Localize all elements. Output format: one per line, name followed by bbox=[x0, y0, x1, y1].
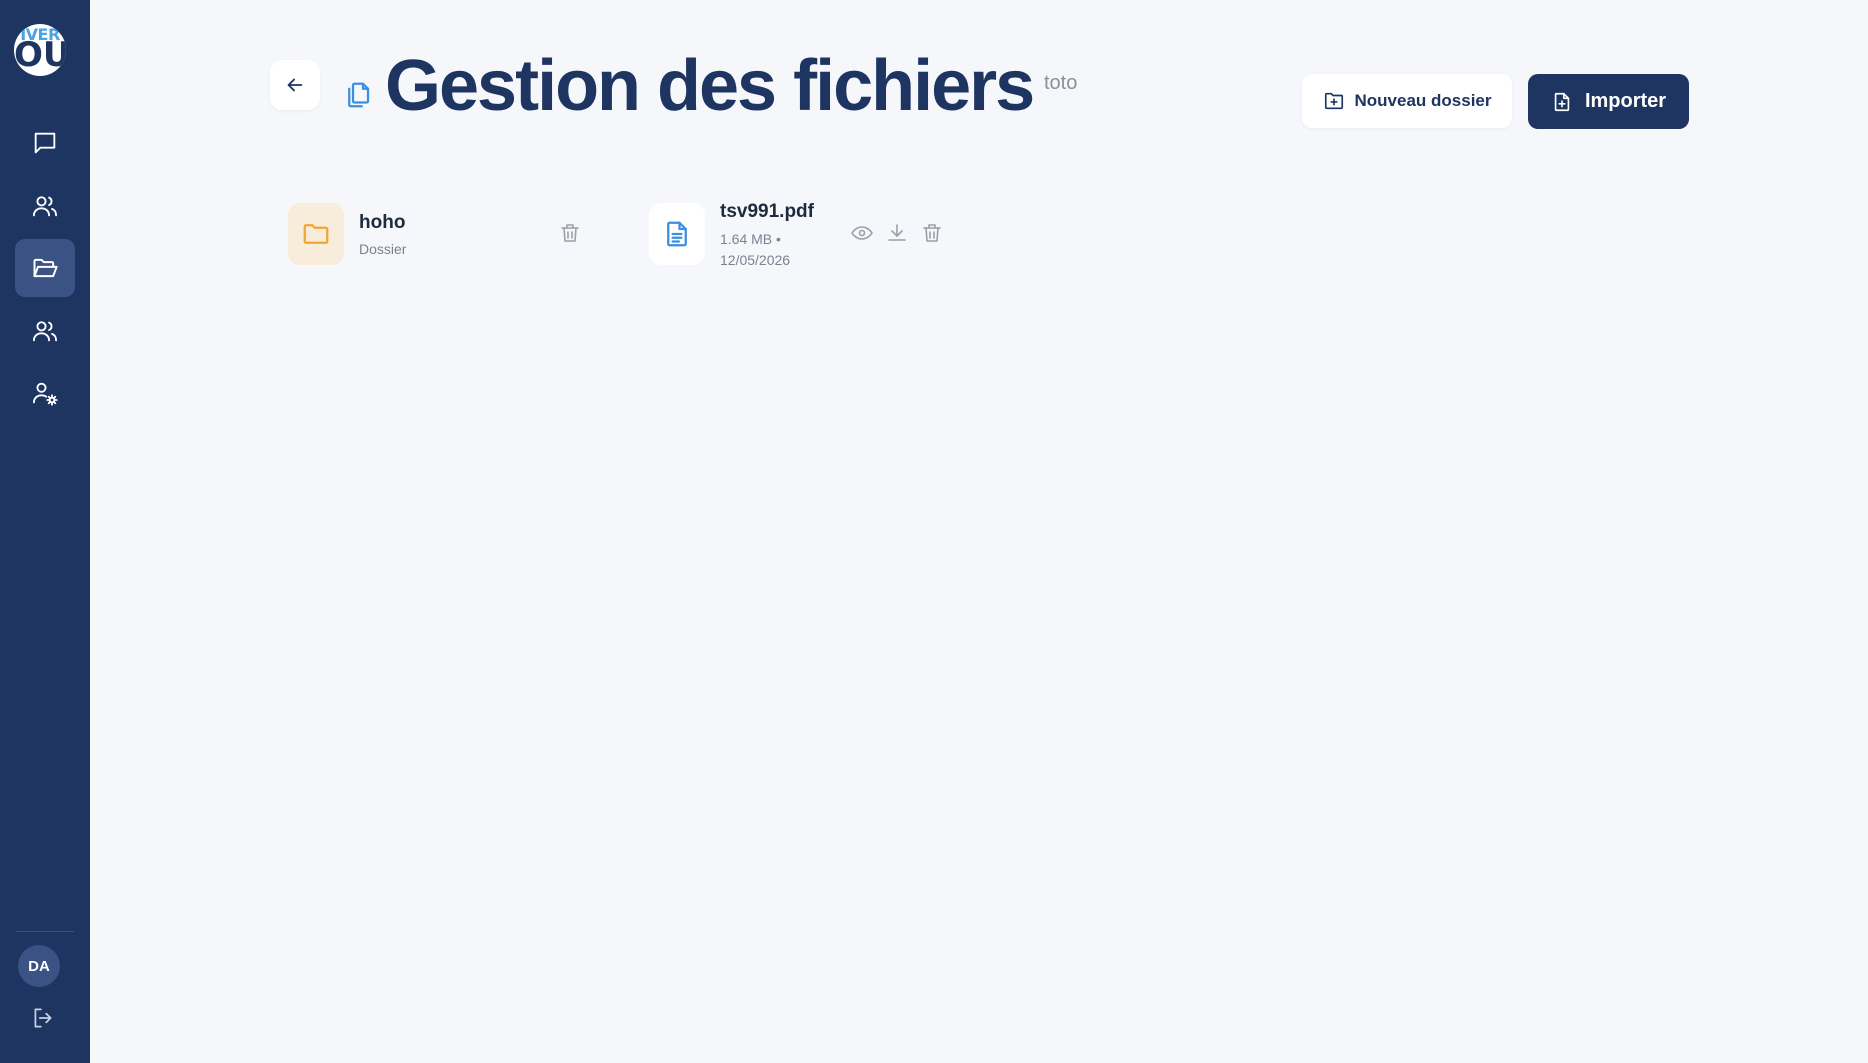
folder-plus-icon bbox=[1324, 92, 1343, 110]
file-size: 1.64 MB • bbox=[720, 231, 781, 247]
user-settings-icon bbox=[32, 382, 58, 406]
eye-icon[interactable] bbox=[850, 221, 874, 245]
folder-open-icon bbox=[33, 258, 58, 278]
file-plus-icon bbox=[1554, 92, 1570, 111]
files-icon bbox=[348, 82, 370, 108]
back-button[interactable] bbox=[270, 60, 320, 110]
sidebar: IVER OU DA bbox=[0, 0, 90, 1063]
sidebar-divider bbox=[16, 931, 74, 932]
app-logo[interactable]: IVER OU bbox=[14, 24, 66, 76]
sidebar-item-groups[interactable] bbox=[15, 302, 75, 360]
page-title: Gestion des fichiers bbox=[385, 46, 1035, 126]
chat-icon bbox=[34, 132, 56, 154]
file-text-icon bbox=[667, 221, 687, 247]
new-folder-label: Nouveau dossier bbox=[1354, 91, 1492, 110]
trash-icon[interactable] bbox=[920, 221, 944, 245]
sidebar-item-messages[interactable] bbox=[15, 114, 75, 172]
folder-name: hoho bbox=[359, 212, 406, 233]
file-date: 12/05/2026 bbox=[720, 252, 791, 268]
file-thumbnail bbox=[649, 203, 705, 265]
page-subtitle: toto bbox=[1044, 72, 1078, 94]
trash-icon[interactable] bbox=[558, 221, 582, 245]
import-label: Importer bbox=[1584, 90, 1667, 112]
folder-thumbnail bbox=[288, 203, 344, 265]
file-name: tsv991.pdf bbox=[720, 201, 814, 222]
arrow-left-icon bbox=[287, 78, 303, 92]
users-icon bbox=[32, 321, 58, 342]
sidebar-item-contacts[interactable] bbox=[15, 177, 75, 235]
sidebar-item-files[interactable] bbox=[15, 239, 75, 297]
import-button[interactable]: Importer bbox=[1528, 74, 1689, 129]
new-folder-button[interactable]: Nouveau dossier bbox=[1302, 74, 1512, 128]
users-icon bbox=[32, 196, 58, 217]
download-icon[interactable] bbox=[885, 221, 909, 245]
logout-icon[interactable] bbox=[30, 1005, 56, 1031]
sidebar-item-user-settings[interactable] bbox=[15, 364, 75, 422]
folder-meta: Dossier bbox=[359, 241, 407, 257]
folder-icon bbox=[303, 224, 329, 244]
avatar[interactable]: DA bbox=[18, 945, 60, 987]
logo-text-bottom: OU bbox=[14, 35, 66, 75]
